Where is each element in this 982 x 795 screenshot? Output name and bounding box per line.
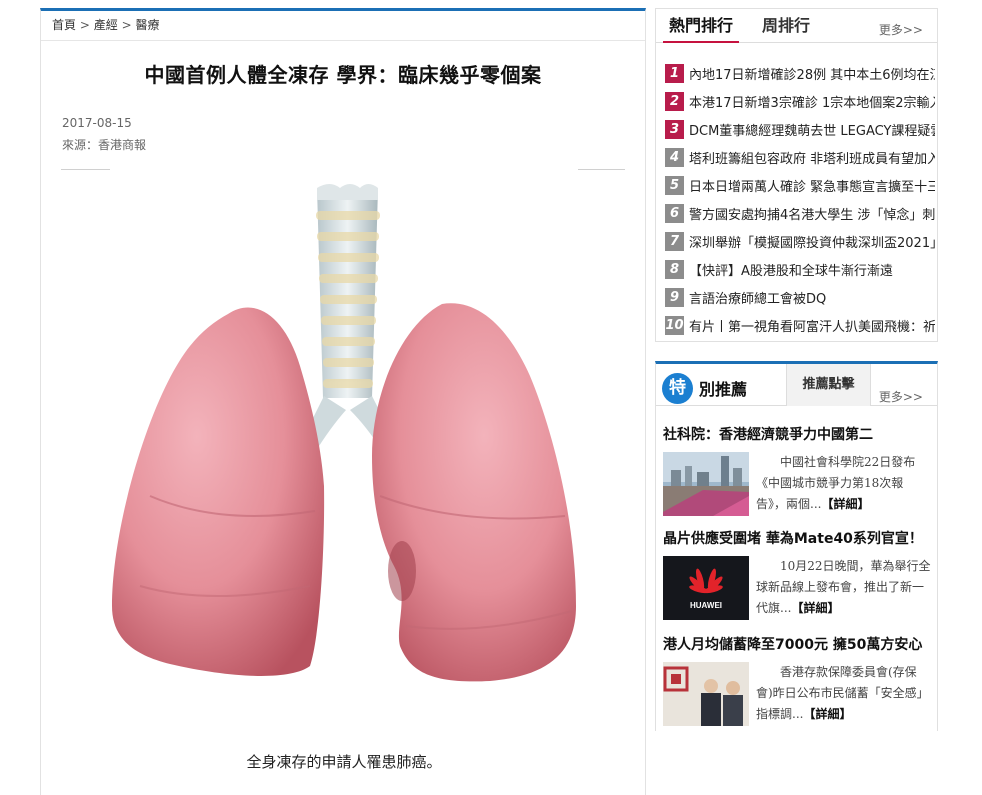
recommend-item: 社科院：香港經濟競爭力中國第二 中國社會科學院22日發布《中國城市競爭力第18次… [663,424,933,516]
hot-list-item[interactable]: 9 言語治療師總工會被DQ [665,283,935,311]
hot-ranking-list: 1 內地17日新增確診28例 其中本土6例均在江蘇 2 本港17日新增3宗確診 1宗… [656,59,937,339]
recommend-header: 特 別推薦 推薦點擊 更多>> [656,364,937,406]
rank-badge: 4 [665,147,684,167]
detail-link[interactable]: 【詳細】 [791,601,839,615]
rank-badge: 2 [665,91,684,111]
breadcrumb-separator: > [79,18,90,32]
press-conference-thumbnail[interactable] [663,662,749,726]
hot-list-item[interactable]: 4 塔利班籌組包容政府 非塔利班成員有望加入 [665,143,935,171]
article-meta: 2017-08-15 來源：香港商報 [41,112,645,156]
tab-weekly[interactable]: 周排行 [756,9,816,43]
breadcrumb-home-link[interactable]: 首頁 [52,18,76,32]
hot-list-item[interactable]: 6 警方國安處拘捕4名港大學生 涉「悼念」刺警 [665,199,935,227]
rank-badge: 8 [665,259,684,279]
rank-badge: 10 [665,315,684,335]
hot-ranking-panel: 熱門排行 周排行 更多>> 1 內地17日新增確診28例 其中本土6例均在江蘇 2… [655,8,938,342]
hot-list-item[interactable]: 3 DCM董事總經理魏萌去世 LEGACY課程疑雲 [665,115,935,143]
hot-item-link[interactable]: DCM董事總經理魏萌去世 LEGACY課程疑雲 [689,120,935,139]
hot-list-item[interactable]: 7 深圳舉辦「模擬國際投資仲裁深圳盃2021」 [665,227,935,255]
hot-list-item[interactable]: 10 有片丨第一視角看阿富汗人扒美國飛機：祈禱 [665,311,935,339]
huawei-logo-thumbnail[interactable]: HUAWEI [663,556,749,620]
breadcrumb-subsection-link[interactable]: 醫療 [135,18,159,32]
left-lung [112,307,325,676]
hot-list-item[interactable]: 1 內地17日新增確診28例 其中本土6例均在江蘇 [665,59,935,87]
recommend-summary: 中國社會科學院22日發布《中國城市競爭力第18次報告》，兩個...【詳細】 [756,452,932,515]
lungs-illustration [110,166,578,726]
hot-ranking-tabs: 熱門排行 周排行 更多>> [656,9,937,43]
rank-badge: 6 [665,203,684,223]
huawei-logo-text: HUAWEI [690,601,722,610]
city-skyline-thumbnail[interactable] [663,452,749,516]
hot-item-link[interactable]: 警方國安處拘捕4名港大學生 涉「悼念」刺警 [689,204,935,223]
article-source: 來源：香港商報 [62,138,147,152]
recommend-title: 別推薦 [699,380,748,399]
hot-item-link[interactable]: 日本日增兩萬人確診 緊急事態宣言擴至十三 [689,176,935,195]
article-title: 中國首例人體全凍存 學界：臨床幾乎零個案 [144,63,542,87]
hot-item-link[interactable]: 言語治療師總工會被DQ [689,288,826,307]
rank-badge: 5 [665,175,684,195]
breadcrumb-section-link[interactable]: 產經 [94,18,118,32]
special-badge-icon: 特 [662,373,693,404]
tab-hot[interactable]: 熱門排行 [663,9,740,43]
hot-more-link[interactable]: 更多>> [879,21,923,38]
detail-link[interactable]: 【詳細】 [821,497,869,511]
hot-list-item[interactable]: 2 本港17日新增3宗確診 1宗本地個案2宗輸入 [665,87,935,115]
hot-item-link[interactable]: 【快評】A股港股和全球牛漸行漸遠 [689,260,893,279]
recommend-summary: 10月22日晚間，華為舉行全球新品線上發布會，推出了新一代旗...【詳細】 [756,556,932,619]
recommend-headline[interactable]: 社科院：香港經濟競爭力中國第二 [663,424,933,444]
article-panel: 首頁 > 產經 > 醫療 中國首例人體全凍存 學界：臨床幾乎零個案 2017-0… [40,8,646,795]
recommend-summary-text: 10月22日晚間，華為舉行全球新品線上發布會，推出了新一代旗... [756,559,931,615]
recommend-more-link[interactable]: 更多>> [879,388,923,405]
hot-item-link[interactable]: 內地17日新增確診28例 其中本土6例均在江蘇 [689,64,935,83]
rank-badge: 1 [665,63,684,83]
hot-list-item[interactable]: 5 日本日增兩萬人確診 緊急事態宣言擴至十三 [665,171,935,199]
rank-badge: 7 [665,231,684,251]
breadcrumb: 首頁 > 產經 > 醫療 [41,11,645,41]
right-lung [372,303,576,682]
hot-item-link[interactable]: 本港17日新增3宗確診 1宗本地個案2宗輸入 [689,92,935,111]
hot-item-link[interactable]: 塔利班籌組包容政府 非塔利班成員有望加入 [689,148,935,167]
hot-list-item[interactable]: 8 【快評】A股港股和全球牛漸行漸遠 [665,255,935,283]
detail-link[interactable]: 【詳細】 [803,707,851,721]
rank-badge: 9 [665,287,684,307]
recommend-item: 港人月均儲蓄降至7000元 擁50萬方安心 香港存款保障委員會(存保會)昨日公布… [663,634,933,726]
image-caption: 全身凍存的申請人罹患肺癌。 [246,753,442,771]
breadcrumb-separator: > [121,18,132,32]
recommend-item: 晶片供應受圍堵 華為Mate40系列官宣！ HUAWEI 10月22日晚間，華為… [663,528,933,620]
tab-recommend-clicks[interactable]: 推薦點擊 [786,364,871,406]
article-date: 2017-08-15 [62,116,132,130]
recommend-summary: 香港存款保障委員會(存保會)昨日公布市民儲蓄「安全感」指標調...【詳細】 [756,662,932,725]
lungs-illustration-svg [112,184,576,682]
recommend-panel: 特 別推薦 推薦點擊 更多>> 社科院：香港經濟競爭力中國第二 中國社會科學院2… [655,361,938,731]
hot-item-link[interactable]: 深圳舉辦「模擬國際投資仲裁深圳盃2021」 [689,232,935,251]
hot-item-link[interactable]: 有片丨第一視角看阿富汗人扒美國飛機：祈禱 [689,316,935,335]
recommend-headline[interactable]: 晶片供應受圍堵 華為Mate40系列官宣！ [663,528,933,548]
rank-badge: 3 [665,119,684,139]
recommend-headline[interactable]: 港人月均儲蓄降至7000元 擁50萬方安心 [663,634,933,654]
